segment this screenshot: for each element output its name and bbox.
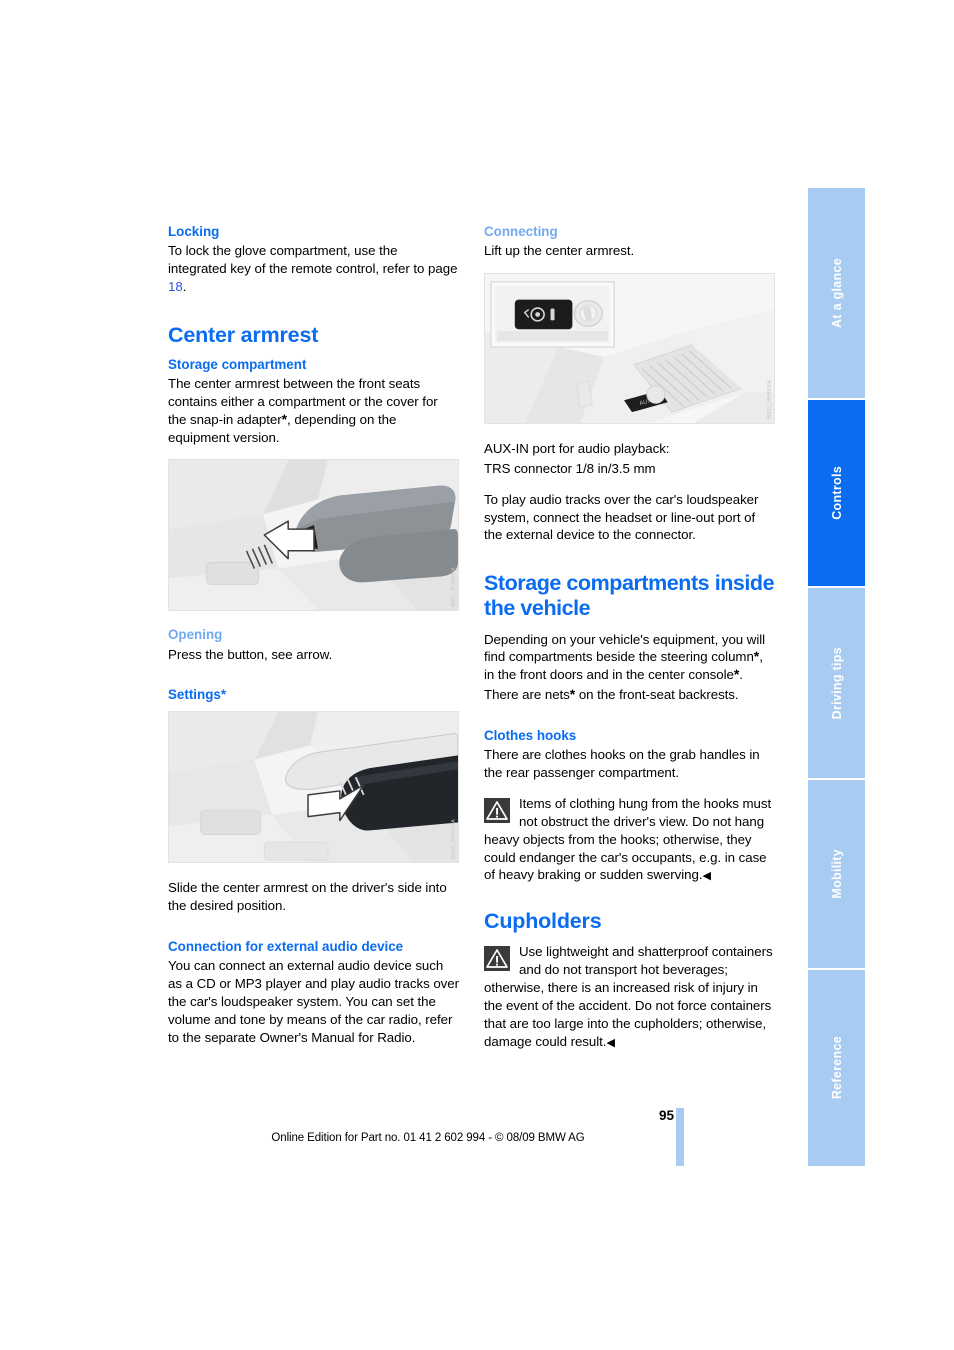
opening-text: Press the button, see arrow. xyxy=(168,646,333,662)
storage-nets-text: There are nets* on the front-seat backre… xyxy=(484,686,775,704)
tab-driving-tips[interactable]: Driving tips xyxy=(808,588,865,780)
page-reference-link[interactable]: 18 xyxy=(168,279,183,294)
footer-edition-notice: Online Edition for Part no. 01 41 2 602 … xyxy=(271,1132,585,1144)
storage-inside-text: Depending on your vehicle's equipment, y… xyxy=(484,631,775,685)
clothes-hooks-warning-text: Items of clothing hung from the hooks mu… xyxy=(484,795,775,884)
heading-locking: Locking xyxy=(168,224,220,239)
warning-body: Use lightweight and shatterproof contain… xyxy=(484,944,773,1049)
heading-storage-compartments-inside: Storage compartments inside the vehicle xyxy=(484,571,775,621)
figure-armrest-settings-art xyxy=(169,712,458,863)
figure-center-armrest-art xyxy=(169,460,458,611)
heading-storage-compartment: Storage compartment xyxy=(168,356,307,372)
tab-label: Mobility xyxy=(829,849,844,899)
heading-connecting: Connecting xyxy=(484,224,558,239)
cupholders-warning-text: Use lightweight and shatterproof contain… xyxy=(484,943,775,1050)
warning-end-marker: ◀ xyxy=(606,1036,615,1049)
warning-block-clothes-hooks: Items of clothing hung from the hooks mu… xyxy=(484,795,775,884)
storage-compartment-text: The center armrest between the front sea… xyxy=(168,375,459,447)
tab-mobility[interactable]: Mobility xyxy=(808,780,865,970)
warning-triangle-glyph xyxy=(484,797,510,823)
figure-armrest-settings: WKO_PORVHA xyxy=(168,711,459,864)
aux-info-line-1: AUX-IN port for audio playback: xyxy=(484,440,670,456)
warning-block-cupholders: Use lightweight and shatterproof contain… xyxy=(484,943,775,1050)
right-column: Connecting Lift up the center armrest. A… xyxy=(484,224,775,1051)
figure-center-armrest: WKO_PORVHA xyxy=(168,459,459,612)
heading-clothes-hooks: Clothes hooks xyxy=(484,728,577,744)
heading-center-armrest: Center armrest xyxy=(168,322,319,347)
section-tab-rail: At a glance Controls Driving tips Mobili… xyxy=(808,188,865,1166)
warning-body: Items of clothing hung from the hooks mu… xyxy=(484,795,772,883)
heading-settings: Settings* xyxy=(168,687,227,703)
storage-nets-a: There are nets xyxy=(484,687,570,703)
clothes-hooks-text: There are clothes hooks on the grab hand… xyxy=(484,747,760,781)
figure-aux-in-port: AUX WKO_HHAVKA xyxy=(484,272,775,424)
warning-end-marker: ◀ xyxy=(702,870,711,883)
tab-label: Controls xyxy=(829,466,844,520)
aux-playback-text: To play audio tracks over the car's loud… xyxy=(484,491,759,543)
tab-label: Reference xyxy=(829,1036,844,1100)
tab-label: At a glance xyxy=(829,258,844,328)
aux-info-line-2: TRS connector 1/8 in/3.5 mm xyxy=(484,460,656,476)
figure-code: WKO_PORVHA xyxy=(451,818,457,859)
locking-text-main: To lock the glove compartment, use the i… xyxy=(168,243,458,276)
warning-triangle-icon xyxy=(484,797,510,823)
figure-code: WKO_PORVHA xyxy=(451,566,457,607)
tab-label: Driving tips xyxy=(829,646,844,720)
left-column: Locking To lock the glove compartment, u… xyxy=(168,224,459,1049)
connecting-text: Lift up the center armrest. xyxy=(484,243,635,259)
storage-inside-a: Depending on your vehicle's equipment, y… xyxy=(484,631,766,665)
tab-at-a-glance[interactable]: At a glance xyxy=(808,188,865,400)
heading-external-audio-connection: Connection for external audio device xyxy=(168,939,404,955)
figure-code: WKO_HHAVKA xyxy=(767,380,773,419)
tab-controls[interactable]: Controls xyxy=(808,400,865,588)
heading-cupholders: Cupholders xyxy=(484,909,602,934)
locking-text: To lock the glove compartment, use the i… xyxy=(168,242,459,296)
tab-reference[interactable]: Reference xyxy=(808,970,865,1166)
warning-triangle-icon xyxy=(484,946,510,972)
page-number: 95 xyxy=(658,1108,674,1123)
manual-page: At a glance Controls Driving tips Mobili… xyxy=(0,0,954,1350)
locking-text-end: . xyxy=(182,278,187,294)
heading-opening: Opening xyxy=(168,627,223,643)
figure-aux-in-port-art: AUX xyxy=(485,273,774,423)
storage-nets-b: on the front-seat backrests. xyxy=(575,687,739,703)
external-audio-text: You can connect an external audio device… xyxy=(168,958,460,1045)
settings-instruction-text: Slide the center armrest on the driver's… xyxy=(168,880,447,914)
storage-inside-c: . xyxy=(739,667,743,683)
warning-triangle-glyph xyxy=(484,946,510,972)
